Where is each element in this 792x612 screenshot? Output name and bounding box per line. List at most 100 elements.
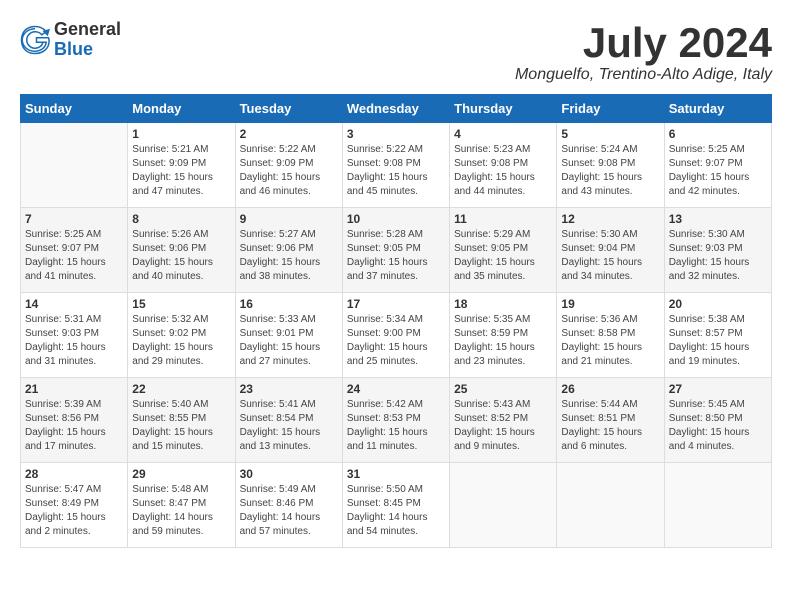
day-info: Sunrise: 5:39 AMSunset: 8:56 PMDaylight:… xyxy=(25,398,123,454)
day-number: 17 xyxy=(347,297,445,311)
day-cell: 4 Sunrise: 5:23 AMSunset: 9:08 PMDaylight… xyxy=(450,123,557,208)
day-number: 5 xyxy=(561,127,659,141)
logo: General Blue xyxy=(20,20,121,60)
day-cell: 22Sunrise: 5:40 AMSunset: 8:55 PMDayligh… xyxy=(128,378,235,463)
day-cell: 23 Sunrise: 5:41 AMSunset: 8:54 PMDayligh… xyxy=(235,378,342,463)
day-number: 7 xyxy=(25,212,123,226)
day-info: Sunrise: 5:25 AMSunset: 9:07 PMDaylight:… xyxy=(25,228,123,284)
header-day-thursday: Thursday xyxy=(450,95,557,123)
month-title: July 2024 xyxy=(515,20,772,66)
day-cell: 15Sunrise: 5:32 AMSunset: 9:02 PMDayligh… xyxy=(128,293,235,378)
day-cell: 19 Sunrise: 5:36 AMSunset: 8:58 PMDayligh… xyxy=(557,293,664,378)
day-info: Sunrise: 5:28 AMSunset: 9:05 PMDaylight:… xyxy=(347,228,445,284)
day-info: Sunrise: 5:44 AMSunset: 8:51 PMDaylight:… xyxy=(561,398,659,454)
day-cell xyxy=(450,463,557,548)
day-number: 21 xyxy=(25,382,123,396)
week-row-2: 7 Sunrise: 5:25 AMSunset: 9:07 PMDaylight… xyxy=(21,208,772,293)
day-info: Sunrise: 5:21 AMSunset: 9:09 PMDaylight:… xyxy=(132,143,230,199)
day-number: 18 xyxy=(454,297,552,311)
day-cell: 20Sunrise: 5:38 AMSunset: 8:57 PMDayligh… xyxy=(664,293,771,378)
day-cell: 27 Sunrise: 5:45 AMSunset: 8:50 PMDayligh… xyxy=(664,378,771,463)
day-number: 27 xyxy=(669,382,767,396)
day-info: Sunrise: 5:35 AMSunset: 8:59 PMDaylight:… xyxy=(454,313,552,369)
day-number: 23 xyxy=(240,382,338,396)
header-day-tuesday: Tuesday xyxy=(235,95,342,123)
day-cell: 13Sunrise: 5:30 AMSunset: 9:03 PMDayligh… xyxy=(664,208,771,293)
day-number: 13 xyxy=(669,212,767,226)
day-info: Sunrise: 5:48 AMSunset: 8:47 PMDaylight:… xyxy=(132,483,230,539)
day-cell: 18 Sunrise: 5:35 AMSunset: 8:59 PMDayligh… xyxy=(450,293,557,378)
day-info: Sunrise: 5:45 AMSunset: 8:50 PMDaylight:… xyxy=(669,398,767,454)
day-cell: 29 Sunrise: 5:48 AMSunset: 8:47 PMDayligh… xyxy=(128,463,235,548)
day-cell: 2Sunrise: 5:22 AMSunset: 9:09 PMDaylight… xyxy=(235,123,342,208)
week-row-1: 1 Sunrise: 5:21 AMSunset: 9:09 PMDaylight… xyxy=(21,123,772,208)
page-header: General Blue July 2024 Monguelfo, Trenti… xyxy=(20,20,772,84)
day-cell: 14 Sunrise: 5:31 AMSunset: 9:03 PMDayligh… xyxy=(21,293,128,378)
day-number: 4 xyxy=(454,127,552,141)
day-info: Sunrise: 5:43 AMSunset: 8:52 PMDaylight:… xyxy=(454,398,552,454)
header-row: SundayMondayTuesdayWednesdayThursdayFrid… xyxy=(21,95,772,123)
day-number: 22 xyxy=(132,382,230,396)
logo-general: General xyxy=(54,20,121,40)
day-number: 1 xyxy=(132,127,230,141)
day-info: Sunrise: 5:31 AMSunset: 9:03 PMDaylight:… xyxy=(25,313,123,369)
day-info: Sunrise: 5:47 AMSunset: 8:49 PMDaylight:… xyxy=(25,483,123,539)
day-cell xyxy=(557,463,664,548)
day-info: Sunrise: 5:50 AMSunset: 8:45 PMDaylight:… xyxy=(347,483,445,539)
week-row-5: 28 Sunrise: 5:47 AMSunset: 8:49 PMDayligh… xyxy=(21,463,772,548)
day-cell: 30 Sunrise: 5:49 AMSunset: 8:46 PMDayligh… xyxy=(235,463,342,548)
day-cell: 3Sunrise: 5:22 AMSunset: 9:08 PMDaylight… xyxy=(342,123,449,208)
day-cell: 10 Sunrise: 5:28 AMSunset: 9:05 PMDayligh… xyxy=(342,208,449,293)
day-cell: 25 Sunrise: 5:43 AMSunset: 8:52 PMDayligh… xyxy=(450,378,557,463)
day-cell: 26 Sunrise: 5:44 AMSunset: 8:51 PMDayligh… xyxy=(557,378,664,463)
week-row-4: 21 Sunrise: 5:39 AMSunset: 8:56 PMDayligh… xyxy=(21,378,772,463)
day-cell: 6 Sunrise: 5:25 AMSunset: 9:07 PMDaylight… xyxy=(664,123,771,208)
day-cell xyxy=(21,123,128,208)
logo-text: General Blue xyxy=(54,20,121,60)
day-cell: 28 Sunrise: 5:47 AMSunset: 8:49 PMDayligh… xyxy=(21,463,128,548)
day-number: 19 xyxy=(561,297,659,311)
day-info: Sunrise: 5:49 AMSunset: 8:46 PMDaylight:… xyxy=(240,483,338,539)
day-info: Sunrise: 5:34 AMSunset: 9:00 PMDaylight:… xyxy=(347,313,445,369)
day-cell xyxy=(664,463,771,548)
day-number: 31 xyxy=(347,467,445,481)
day-number: 9 xyxy=(240,212,338,226)
day-cell: 11 Sunrise: 5:29 AMSunset: 9:05 PMDayligh… xyxy=(450,208,557,293)
day-info: Sunrise: 5:23 AMSunset: 9:08 PMDaylight:… xyxy=(454,143,552,199)
day-cell: 21 Sunrise: 5:39 AMSunset: 8:56 PMDayligh… xyxy=(21,378,128,463)
header-day-wednesday: Wednesday xyxy=(342,95,449,123)
day-number: 15 xyxy=(132,297,230,311)
header-day-saturday: Saturday xyxy=(664,95,771,123)
day-number: 10 xyxy=(347,212,445,226)
day-info: Sunrise: 5:26 AMSunset: 9:06 PMDaylight:… xyxy=(132,228,230,284)
day-cell: 1 Sunrise: 5:21 AMSunset: 9:09 PMDaylight… xyxy=(128,123,235,208)
day-number: 28 xyxy=(25,467,123,481)
day-number: 12 xyxy=(561,212,659,226)
day-cell: 5 Sunrise: 5:24 AMSunset: 9:08 PMDaylight… xyxy=(557,123,664,208)
day-info: Sunrise: 5:38 AMSunset: 8:57 PMDaylight:… xyxy=(669,313,767,369)
day-info: Sunrise: 5:22 AMSunset: 9:09 PMDaylight:… xyxy=(240,143,338,199)
day-number: 24 xyxy=(347,382,445,396)
day-number: 25 xyxy=(454,382,552,396)
day-info: Sunrise: 5:42 AMSunset: 8:53 PMDaylight:… xyxy=(347,398,445,454)
day-info: Sunrise: 5:24 AMSunset: 9:08 PMDaylight:… xyxy=(561,143,659,199)
logo-blue: Blue xyxy=(54,40,121,60)
day-number: 14 xyxy=(25,297,123,311)
day-info: Sunrise: 5:41 AMSunset: 8:54 PMDaylight:… xyxy=(240,398,338,454)
day-info: Sunrise: 5:33 AMSunset: 9:01 PMDaylight:… xyxy=(240,313,338,369)
day-number: 16 xyxy=(240,297,338,311)
title-block: July 2024 Monguelfo, Trentino-Alto Adige… xyxy=(515,20,772,84)
day-info: Sunrise: 5:27 AMSunset: 9:06 PMDaylight:… xyxy=(240,228,338,284)
day-info: Sunrise: 5:36 AMSunset: 8:58 PMDaylight:… xyxy=(561,313,659,369)
day-number: 11 xyxy=(454,212,552,226)
day-info: Sunrise: 5:29 AMSunset: 9:05 PMDaylight:… xyxy=(454,228,552,284)
day-info: Sunrise: 5:25 AMSunset: 9:07 PMDaylight:… xyxy=(669,143,767,199)
day-number: 6 xyxy=(669,127,767,141)
logo-icon xyxy=(20,25,50,55)
day-cell: 31 Sunrise: 5:50 AMSunset: 8:45 PMDayligh… xyxy=(342,463,449,548)
day-number: 3 xyxy=(347,127,445,141)
day-number: 30 xyxy=(240,467,338,481)
day-number: 29 xyxy=(132,467,230,481)
day-cell: 17 Sunrise: 5:34 AMSunset: 9:00 PMDayligh… xyxy=(342,293,449,378)
day-number: 26 xyxy=(561,382,659,396)
